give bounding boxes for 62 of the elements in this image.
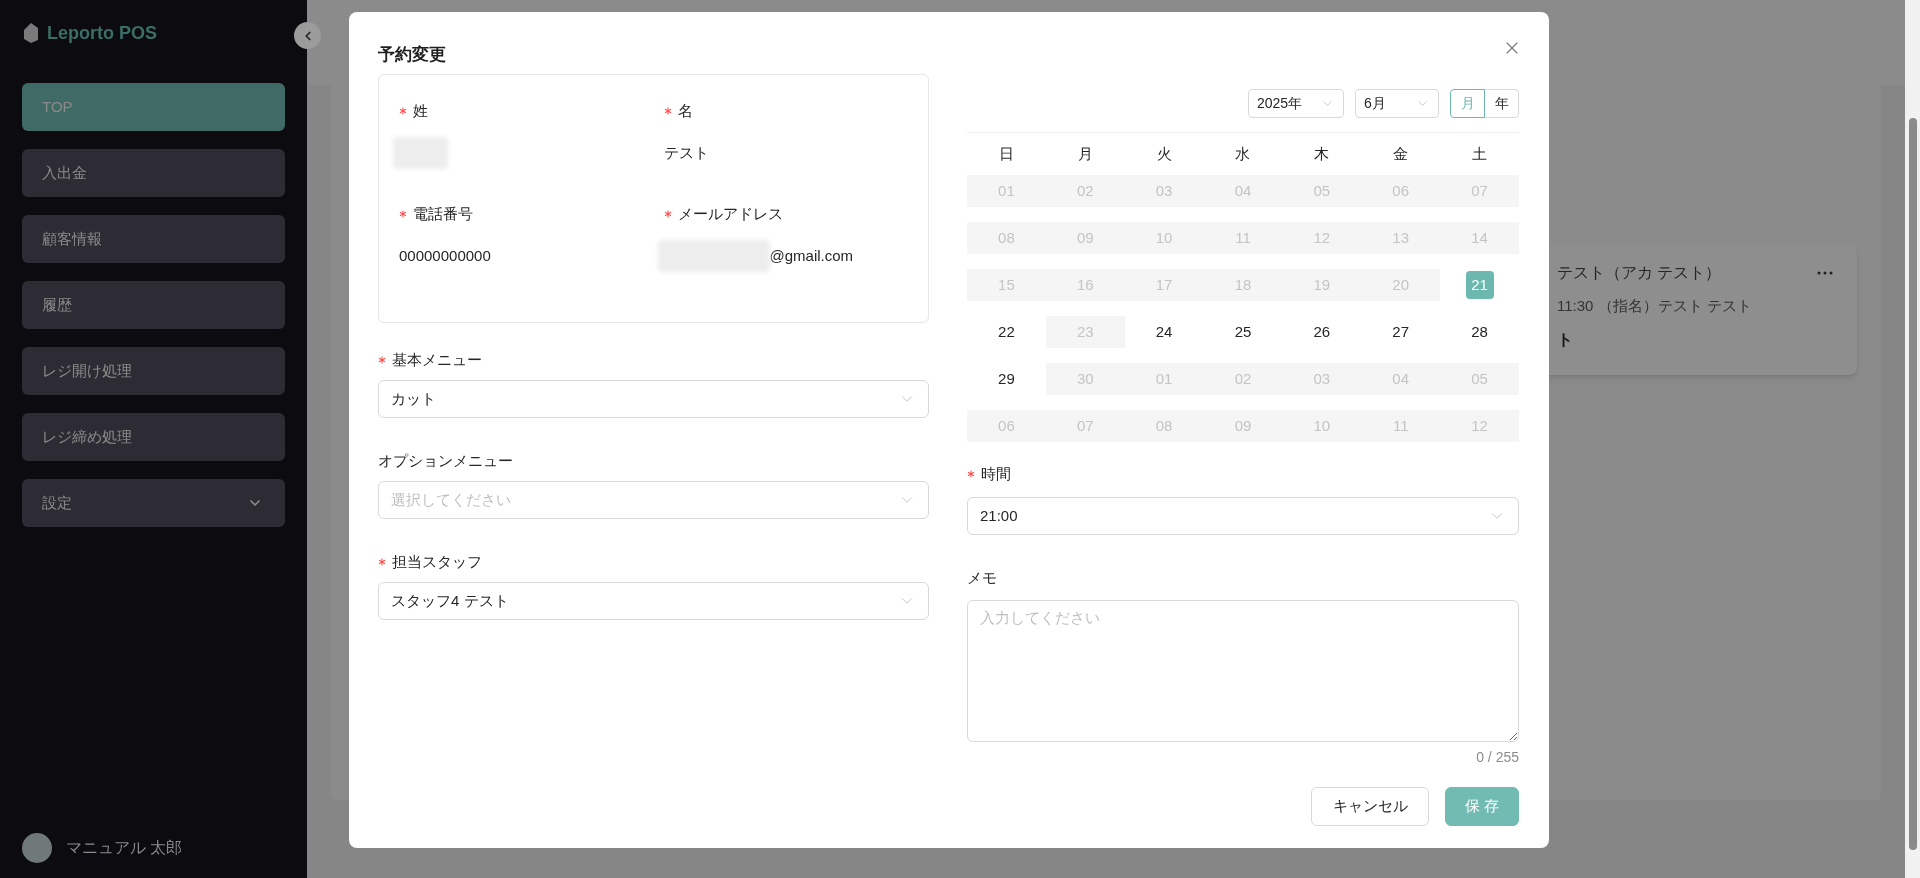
weekday-header: 金 bbox=[1392, 143, 1410, 164]
memo-field[interactable]: 入力してください bbox=[967, 600, 1519, 742]
calendar-day[interactable]: 29 bbox=[998, 367, 1015, 391]
required-mark-icon bbox=[399, 107, 407, 115]
calendar-day[interactable]: 28 bbox=[1471, 320, 1488, 344]
field-label: メモ bbox=[967, 567, 997, 588]
select-field[interactable]: スタッフ4 テスト bbox=[378, 582, 929, 620]
select-field[interactable]: 選択してください bbox=[378, 481, 929, 519]
calendar-day[interactable]: 27 bbox=[1392, 320, 1410, 344]
field-label: オプションメニュー bbox=[378, 450, 513, 471]
avatar bbox=[22, 833, 52, 863]
cancel-button[interactable]: キャンセル bbox=[1311, 787, 1429, 826]
character-counter: 0 / 255 bbox=[1476, 748, 1519, 767]
save-button[interactable]: 保 存 bbox=[1445, 787, 1519, 826]
field-label: 担当スタッフ bbox=[392, 551, 482, 572]
calendar-day[interactable]: 24 bbox=[1155, 320, 1173, 344]
select-field[interactable]: 21:00 bbox=[967, 497, 1519, 535]
field-label: 姓 bbox=[413, 100, 428, 121]
sidebar-item[interactable]: 履歴 bbox=[22, 281, 285, 329]
field-value: 00000000000 bbox=[399, 245, 491, 266]
required-mark-icon bbox=[663, 210, 672, 218]
required-mark-icon bbox=[378, 558, 386, 566]
sidebar-item[interactable]: TOP bbox=[22, 83, 285, 131]
weekday-header: 土 bbox=[1471, 143, 1489, 164]
required-mark-icon bbox=[378, 356, 386, 364]
field-value: テスト bbox=[663, 142, 709, 163]
sidebar-item[interactable]: 設定 bbox=[22, 479, 285, 527]
app-logo: Leporto POS bbox=[47, 21, 157, 45]
weekday-header: 水 bbox=[1234, 143, 1252, 164]
weekday-header: 日 bbox=[997, 143, 1015, 164]
weekday-header: 木 bbox=[1313, 143, 1331, 164]
weekday-header: 月 bbox=[1076, 143, 1094, 164]
dialog-title: 予約変更 bbox=[378, 45, 446, 64]
appointment-menu: ト bbox=[1557, 327, 1833, 352]
field-value: @gmail.com bbox=[769, 245, 854, 266]
more-icon bbox=[1817, 271, 1833, 275]
required-mark-icon bbox=[967, 470, 975, 478]
select-field[interactable]: カット bbox=[378, 380, 929, 418]
mode-toggle[interactable]: 月 bbox=[1450, 89, 1485, 118]
year-select[interactable]: 2025年 bbox=[1248, 89, 1344, 118]
calendar-day[interactable]: 22 bbox=[998, 320, 1015, 344]
user-name: マニュアル 太郎 bbox=[66, 838, 183, 858]
calendar-day[interactable]: 25 bbox=[1234, 320, 1252, 344]
sidebar-item[interactable]: レジ開け処理 bbox=[22, 347, 285, 395]
sidebar-item[interactable]: 顧客情報 bbox=[22, 215, 285, 263]
required-mark-icon bbox=[663, 107, 672, 115]
month-select[interactable]: 6月 bbox=[1355, 89, 1439, 118]
sidebar-item[interactable]: 入出金 bbox=[22, 149, 285, 197]
field-label: 時間 bbox=[981, 463, 1011, 484]
calendar-day[interactable]: 21 bbox=[1465, 271, 1494, 299]
sidebar-item[interactable]: レジ締め処理 bbox=[22, 413, 285, 461]
logo-icon bbox=[22, 22, 41, 44]
field-label: 名 bbox=[677, 100, 693, 121]
calendar-day[interactable]: 26 bbox=[1313, 320, 1331, 344]
mode-toggle[interactable]: 年 bbox=[1484, 89, 1519, 118]
field-label: 基本メニュー bbox=[392, 349, 482, 370]
field-label: 電話番号 bbox=[413, 203, 473, 224]
field-label: メールアドレス bbox=[677, 203, 783, 224]
appointment-detail: 11:30 （指名）テスト テスト bbox=[1557, 296, 1753, 316]
appointment-title: テスト（アカ テスト） bbox=[1557, 263, 1722, 283]
required-mark-icon bbox=[399, 210, 407, 218]
weekday-header: 火 bbox=[1155, 143, 1173, 164]
